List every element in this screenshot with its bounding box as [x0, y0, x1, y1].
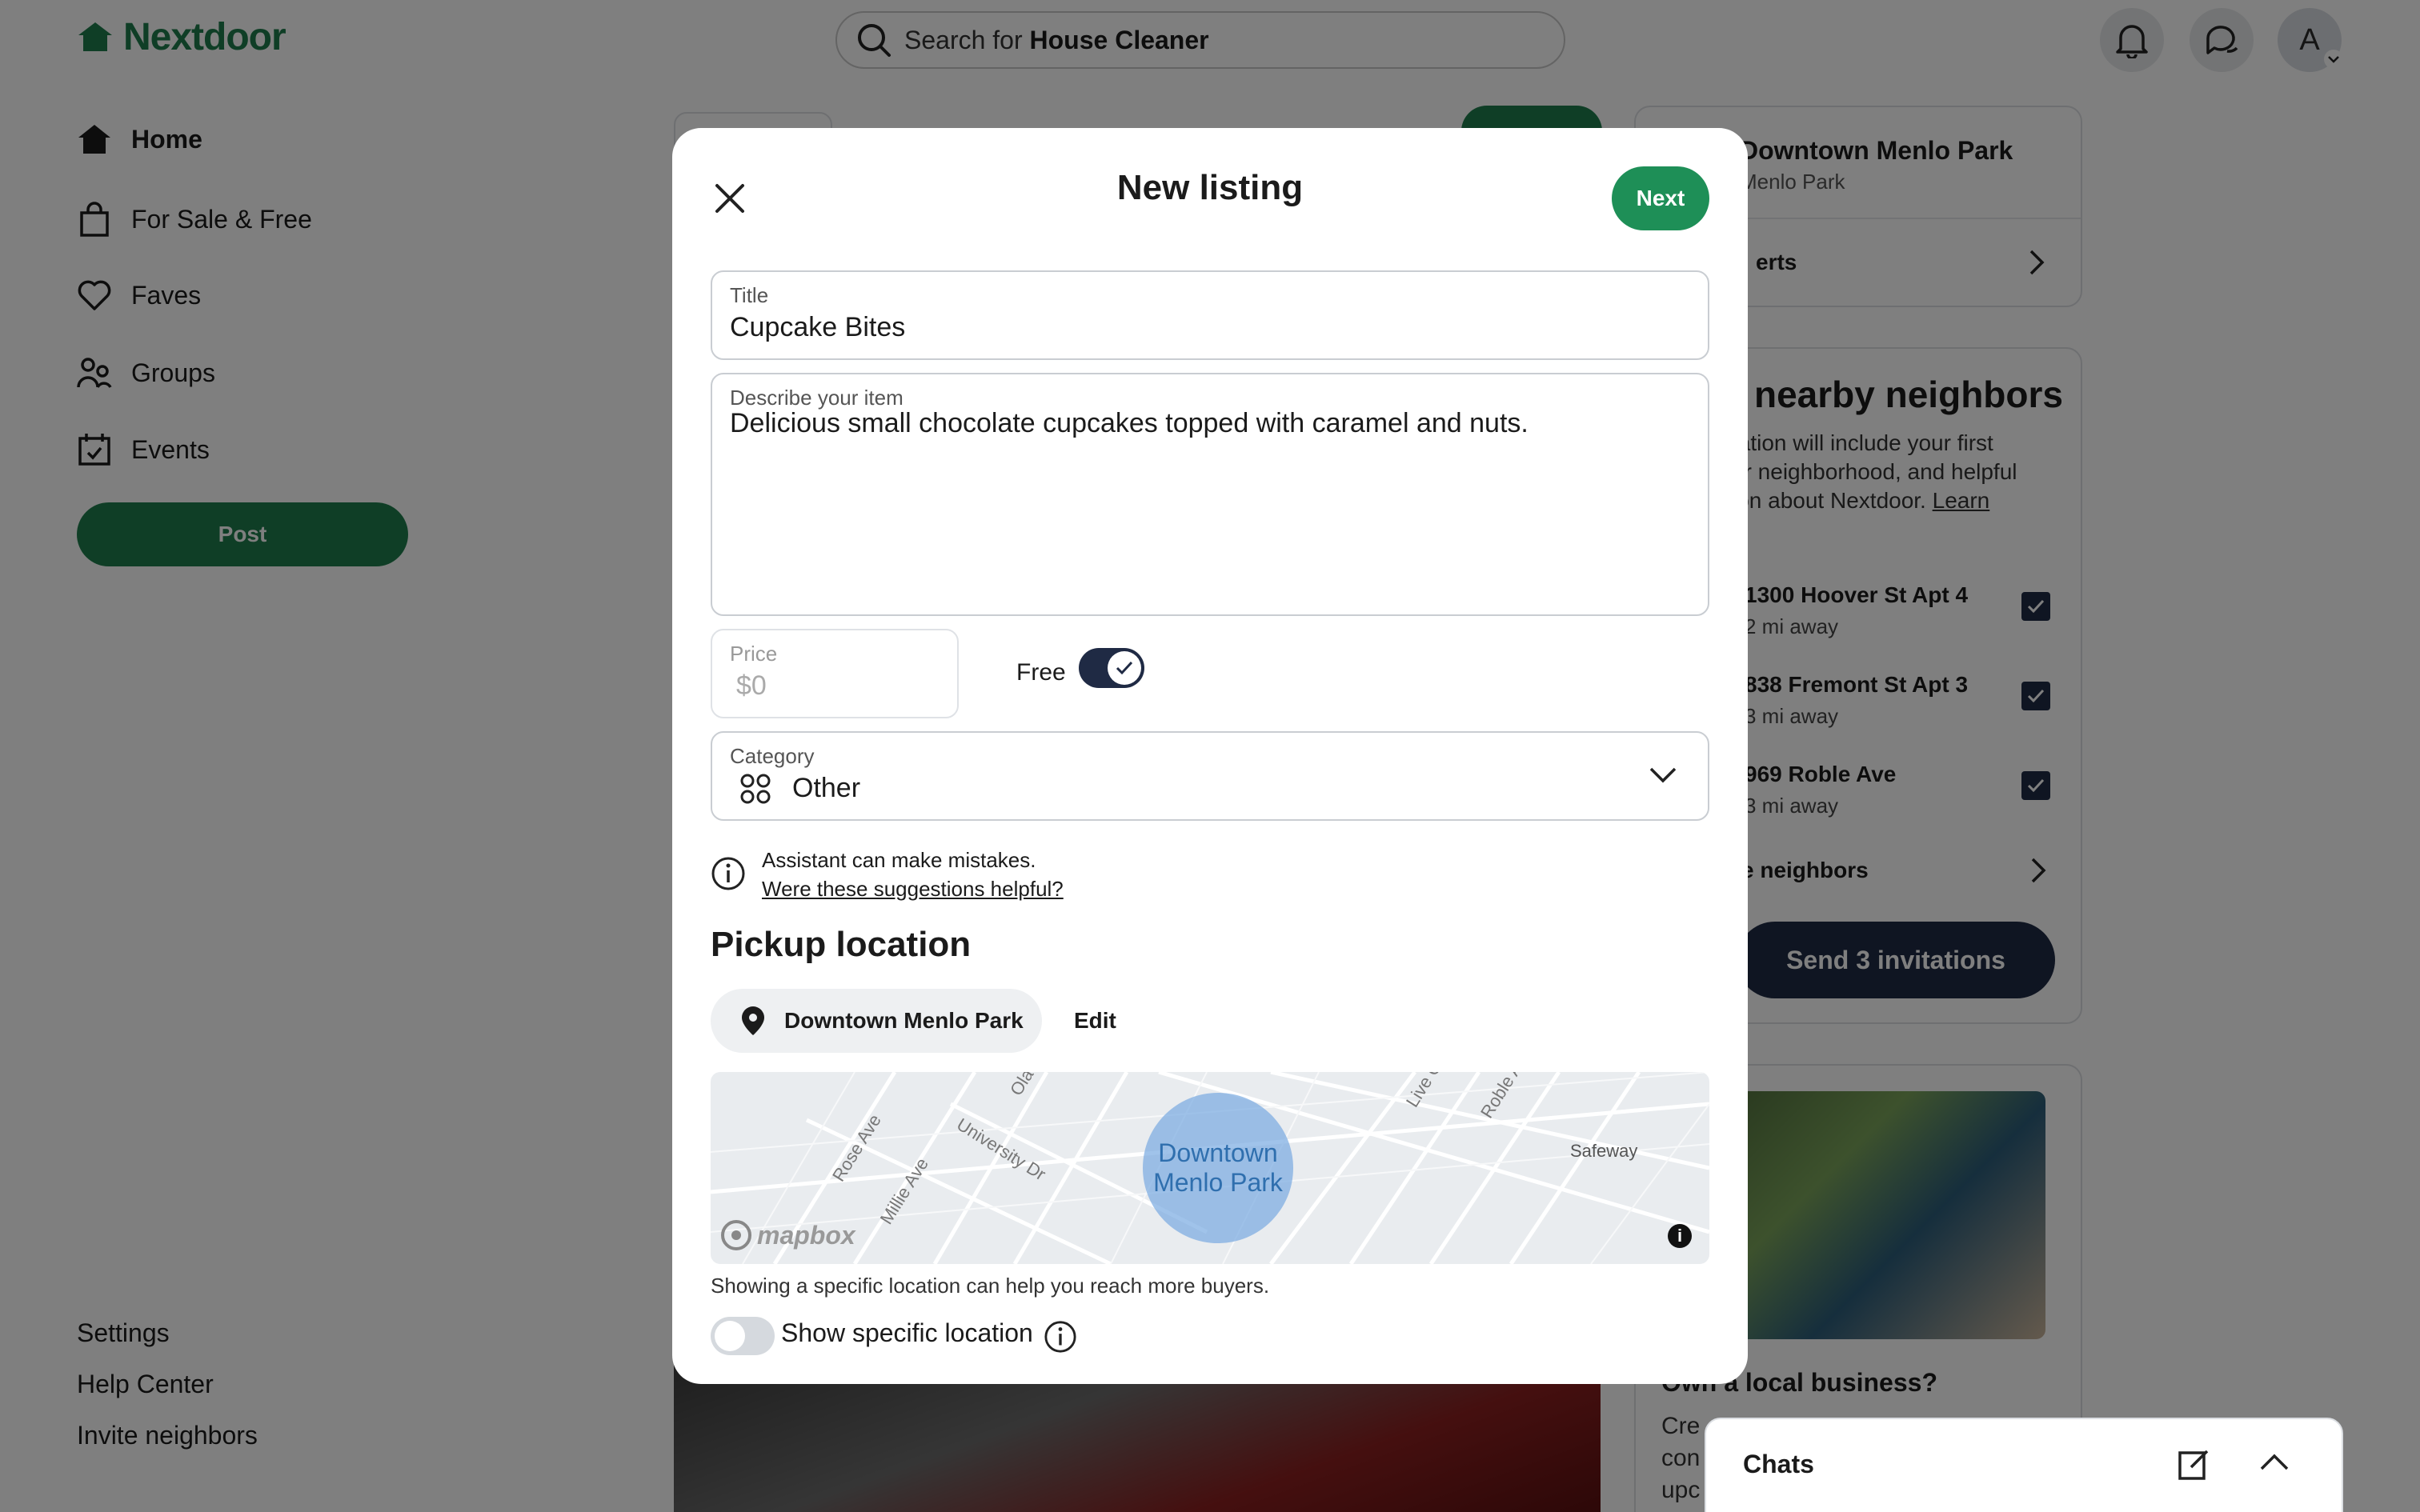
area-circle: Downtown Menlo Park	[1143, 1093, 1293, 1243]
price-placeholder: $0	[736, 670, 767, 701]
helper-text: Showing a specific location can help you…	[711, 1274, 1270, 1298]
title-label: Title	[730, 283, 769, 307]
pickup-place: Downtown Menlo Park	[784, 1008, 1024, 1033]
description-label: Describe your item	[730, 386, 903, 410]
assistant-note: Assistant can make mistakes.	[762, 848, 1036, 872]
chevron-down-icon	[1649, 767, 1677, 783]
map[interactable]: Rose Ave Millie Ave University Dr Live O…	[711, 1072, 1709, 1264]
edit-location-link[interactable]: Edit	[1074, 1008, 1116, 1034]
next-button[interactable]: Next	[1612, 166, 1709, 230]
map-pin-icon	[742, 1006, 764, 1035]
price-field[interactable]: Price $0	[711, 629, 959, 718]
mapbox-attribution[interactable]: mapbox	[720, 1219, 855, 1251]
info-icon	[711, 857, 745, 890]
compose-icon[interactable]	[2177, 1446, 2212, 1482]
category-value: Other	[792, 773, 861, 803]
new-listing-modal: New listing Next Title Cupcake Bites Des…	[672, 128, 1748, 1384]
free-label: Free	[1016, 659, 1066, 686]
title-field[interactable]: Title Cupcake Bites	[711, 270, 1709, 360]
category-label: Category	[730, 744, 815, 768]
pickup-location-chip[interactable]: Downtown Menlo Park	[711, 989, 1042, 1053]
specific-location-toggle[interactable]	[711, 1317, 775, 1355]
mapbox-logo-icon	[721, 1220, 751, 1250]
info-icon[interactable]	[1044, 1320, 1077, 1354]
chats-panel[interactable]: Chats	[1705, 1418, 2343, 1512]
grid-icon	[740, 774, 771, 804]
poi-label: Safeway	[1570, 1141, 1638, 1161]
specific-location-label: Show specific location	[781, 1318, 1033, 1347]
modal-title: New listing	[1116, 168, 1304, 207]
chevron-up-icon[interactable]	[2258, 1453, 2290, 1472]
free-toggle[interactable]	[1079, 648, 1144, 688]
map-info-icon[interactable]: i	[1668, 1224, 1692, 1248]
check-icon	[1108, 651, 1141, 685]
description-value: Delicious small chocolate cupcakes toppe…	[730, 408, 1529, 438]
area-label: Downtown	[1158, 1138, 1278, 1167]
pickup-heading: Pickup location	[711, 925, 972, 964]
price-label: Price	[730, 642, 778, 666]
area-label: Menlo Park	[1153, 1168, 1283, 1197]
title-value: Cupcake Bites	[730, 312, 906, 342]
category-select[interactable]: Category Other	[711, 731, 1709, 821]
chats-label: Chats	[1743, 1450, 1814, 1478]
description-field[interactable]: Describe your item Delicious small choco…	[711, 373, 1709, 616]
feedback-link[interactable]: Were these suggestions helpful?	[762, 877, 1064, 902]
